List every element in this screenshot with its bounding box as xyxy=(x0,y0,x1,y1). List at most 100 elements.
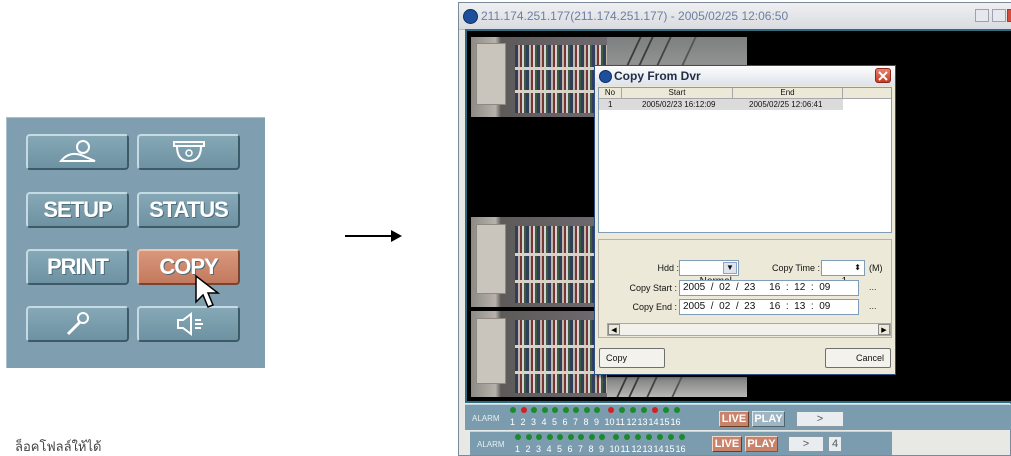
copy-start-picker-button[interactable]: ... xyxy=(869,282,877,292)
person-button[interactable] xyxy=(26,134,129,170)
print-button[interactable]: PRINT xyxy=(26,249,129,285)
alarm-number-7: 7 xyxy=(578,444,584,454)
alarm-number-16: 16 xyxy=(675,444,686,454)
mouse-cursor-icon xyxy=(195,274,221,308)
setup-button-label: SETUP xyxy=(43,197,112,222)
row-start: 2005/02/23 16:12:09 xyxy=(642,100,716,109)
live-button[interactable]: LIVE xyxy=(719,411,749,427)
window-titlebar: 211.174.251.177(211.174.251.177) - 2005/… xyxy=(459,3,1011,30)
alarm-led-8 xyxy=(583,407,590,413)
dialog-titlebar: Copy From Dvr xyxy=(595,66,895,86)
app-logo-icon xyxy=(463,9,478,24)
person-icon xyxy=(58,140,95,162)
alarm-number-9: 9 xyxy=(594,417,600,427)
column-header-no[interactable]: No xyxy=(599,88,622,99)
copy-time-unit: (M) xyxy=(869,263,883,273)
alarm-label: ALARM xyxy=(472,414,500,423)
alarm-number-4: 4 xyxy=(546,444,552,454)
column-header-blank xyxy=(843,88,891,99)
alarm-led-14 xyxy=(656,434,663,440)
recording-list[interactable]: No Start End 1 2005/02/23 16:12:09 2005/… xyxy=(598,87,892,233)
copy-time-label: Copy Time : xyxy=(771,263,820,273)
alarm-number-12: 12 xyxy=(631,444,642,454)
alarm-led-4 xyxy=(541,407,548,413)
alarm-led-7 xyxy=(573,407,579,413)
alarm-led-1 xyxy=(510,407,516,413)
print-button-label: PRINT xyxy=(47,254,109,279)
spinner-arrows-icon[interactable]: ⬍ xyxy=(854,261,861,275)
alarm-number-15: 15 xyxy=(659,417,670,427)
arrow-right-icon xyxy=(345,230,402,242)
next-page-button[interactable]: > xyxy=(796,411,844,427)
horizontal-scrollbar[interactable]: ◀ ▶ xyxy=(607,323,891,336)
hdd-select[interactable]: Normal ▼ xyxy=(679,260,739,287)
scroll-right-icon[interactable]: ▶ xyxy=(878,324,890,335)
column-header-end[interactable]: End xyxy=(733,88,843,99)
play-button-secondary-label: PLAY xyxy=(747,438,776,450)
copy-button[interactable]: Copy xyxy=(599,348,665,368)
alarm-led-13 xyxy=(645,434,652,440)
next-page-label: > xyxy=(816,413,824,425)
chevron-down-icon[interactable]: ▼ xyxy=(723,262,737,274)
live-button-secondary[interactable]: LIVE xyxy=(712,436,742,452)
copy-time-spinner[interactable]: 1 ⬍ xyxy=(821,260,865,287)
scroll-left-icon[interactable]: ◀ xyxy=(608,324,620,335)
dialog-close-button[interactable] xyxy=(875,68,891,83)
alarm-led-11 xyxy=(618,407,625,413)
maximize-button[interactable] xyxy=(992,9,1006,22)
alarm-number-3: 3 xyxy=(531,417,537,427)
status-button[interactable]: STATUS xyxy=(137,192,240,228)
alarm-number-2: 2 xyxy=(520,417,526,427)
alarm-number-8: 8 xyxy=(588,444,594,454)
setup-button[interactable]: SETUP xyxy=(26,192,129,228)
alarm-number-1: 1 xyxy=(510,417,516,427)
alarm-number-1: 1 xyxy=(515,444,521,454)
close-icon xyxy=(878,70,888,81)
camera-view-4[interactable] xyxy=(471,311,607,397)
live-button-label: LIVE xyxy=(721,413,747,425)
alarm-led-15 xyxy=(662,407,669,413)
close-window-button[interactable] xyxy=(1007,9,1011,22)
cropped-caption: ล็อคโฟลล์ให้ได้ xyxy=(15,439,102,454)
alarm-bar-secondary: ALARM 1 2 3 4 5 6 7 8 9 10 11 12 13 14 15 16 LIVE PLAY … xyxy=(470,431,892,455)
camera-button[interactable] xyxy=(137,134,240,170)
alarm-number-15: 15 xyxy=(664,444,675,454)
alarm-number-8: 8 xyxy=(583,417,589,427)
play-button-label: PLAY xyxy=(754,413,783,425)
alarm-led-12 xyxy=(629,407,636,413)
status-button-label: STATUS xyxy=(149,197,229,222)
camera-view-1[interactable] xyxy=(471,37,607,117)
copy-end-field[interactable]: 2005 / 02 / 23 16 : 13 : 09 xyxy=(679,299,859,315)
play-button-secondary[interactable]: PLAY xyxy=(745,436,778,452)
cancel-button[interactable]: Cancel xyxy=(825,348,891,368)
alarm-led-12 xyxy=(634,434,641,440)
camera-view-3[interactable] xyxy=(471,217,607,307)
play-button[interactable]: PLAY xyxy=(752,411,785,427)
alarm-label-secondary: ALARM xyxy=(477,440,505,449)
camera-view-5[interactable] xyxy=(607,377,747,397)
alarm-led-3 xyxy=(531,407,537,413)
alarm-led-10 xyxy=(612,434,619,440)
minimize-button[interactable] xyxy=(975,9,989,22)
microphone-button[interactable] xyxy=(26,306,129,342)
control-panel: SETUP STATUS PRINT COPY xyxy=(6,117,265,368)
copy-start-label: Copy Start : xyxy=(629,283,677,293)
speaker-icon xyxy=(176,312,203,336)
microphone-icon xyxy=(66,312,89,336)
next-page-button-secondary[interactable]: > xyxy=(788,436,824,452)
alarm-number-2: 2 xyxy=(525,444,531,454)
speaker-button[interactable] xyxy=(137,306,240,342)
copy-button[interactable]: COPY xyxy=(137,249,240,285)
copy-end-picker-button[interactable]: ... xyxy=(869,301,877,311)
page-number-label: 4 xyxy=(831,438,839,450)
alarm-led-8 xyxy=(588,434,595,440)
alarm-number-10: 10 xyxy=(609,444,620,454)
copy-start-field[interactable]: 2005 / 02 / 23 16 : 12 : 09 xyxy=(679,280,859,296)
alarm-led-4 xyxy=(546,434,553,440)
alarm-led-2 xyxy=(520,407,527,413)
page-number-badge[interactable]: 4 xyxy=(828,436,842,452)
list-item[interactable]: 1 2005/02/23 16:12:09 2005/02/25 12:06:4… xyxy=(599,99,843,110)
alarm-led-10 xyxy=(607,407,614,413)
column-header-start[interactable]: Start xyxy=(622,88,733,99)
dialog-title: Copy From Dvr xyxy=(614,69,701,83)
